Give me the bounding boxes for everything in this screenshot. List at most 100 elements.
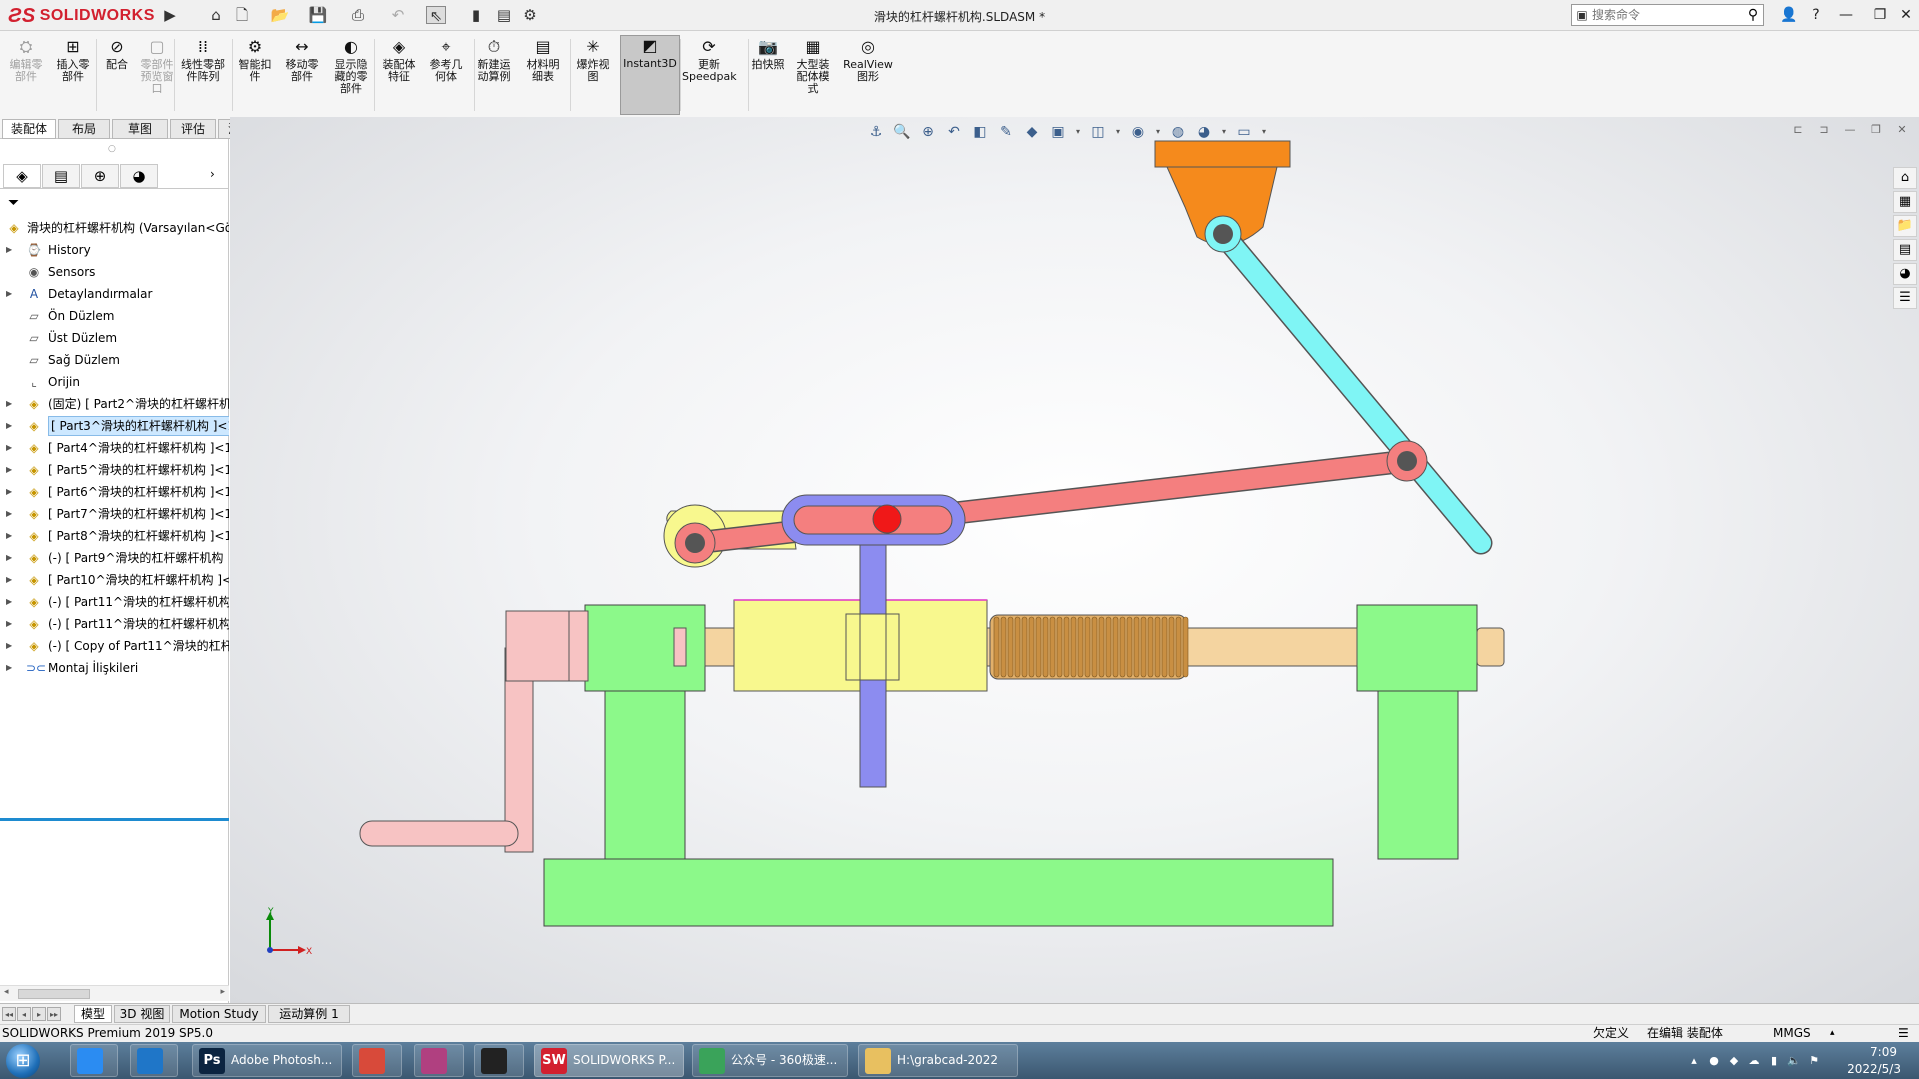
taskbar-app[interactable]: H:\grabcad-2022 xyxy=(858,1044,1018,1077)
tab-last-icon[interactable]: ▸▸ xyxy=(47,1007,61,1021)
tree-item[interactable]: ▶ ⌚ History xyxy=(0,239,229,261)
search-commands[interactable]: ▣ ⚲ xyxy=(1571,4,1764,26)
tree-item[interactable]: ▶ ◈ [ Part10^滑块的杠杆螺杆机构 ]< xyxy=(0,569,229,591)
select-icon[interactable]: ⇖ xyxy=(426,6,446,25)
expand-arrow-icon[interactable]: ▶ xyxy=(6,525,12,547)
magnifier-icon[interactable]: ⚲ xyxy=(1743,7,1763,23)
scroll-thumb[interactable] xyxy=(18,989,90,999)
tree-item[interactable]: ▶ ◈ (-) [ Part11^滑块的杠杆螺杆机构 xyxy=(0,613,229,635)
undo-icon[interactable]: ↶ xyxy=(388,6,408,24)
expand-arrow-icon[interactable]: ▶ xyxy=(6,437,12,459)
taskbar-app[interactable] xyxy=(130,1044,178,1077)
expand-arrow-icon[interactable]: ▶ xyxy=(6,459,12,481)
expand-arrow-icon[interactable]: ▶ xyxy=(6,415,12,437)
assembly-features-button[interactable]: ◈ 装配体 特征 xyxy=(378,37,420,115)
speedpak-button[interactable]: ⟳ 更新 Speedpak xyxy=(682,37,737,115)
restore-icon[interactable]: ❐ xyxy=(1868,3,1892,27)
tab-first-icon[interactable]: ◂◂ xyxy=(2,1007,16,1021)
search-input[interactable] xyxy=(1592,8,1743,22)
taskbar-app[interactable] xyxy=(70,1044,118,1077)
tray-network-icon[interactable]: ▮ xyxy=(1767,1054,1781,1068)
configuration-manager-tab-icon[interactable]: ⊕ xyxy=(81,164,119,188)
expand-arrow-icon[interactable]: ▶ xyxy=(6,283,12,305)
expand-arrow-icon[interactable]: ▶ xyxy=(6,635,12,657)
tab-prev-icon[interactable]: ◂ xyxy=(17,1007,31,1021)
model-tab[interactable]: 运动算例 1 xyxy=(268,1005,350,1023)
close-icon[interactable]: ✕ xyxy=(1894,3,1918,27)
tree-item[interactable]: ▶ ◈ (固定) [ Part2^滑块的杠杆螺杆机 xyxy=(0,393,229,415)
tree-root[interactable]: ◈ 滑块的杠杆螺杆机构 (Varsayılan<Gö xyxy=(0,217,229,239)
help-icon[interactable]: ? xyxy=(1804,3,1828,27)
tree-item[interactable]: ▱ Sağ Düzlem xyxy=(0,349,229,371)
clock-date[interactable]: 2022/5/3 xyxy=(1847,1062,1901,1076)
tree-item[interactable]: ▶ ◈ [ Part8^滑块的杠杆螺杆机构 ]<1 xyxy=(0,525,229,547)
taskbar-app[interactable]: 公众号 - 360极速... xyxy=(692,1044,848,1077)
tray-expand-icon[interactable]: ▴ xyxy=(1687,1054,1701,1068)
volume-icon[interactable]: 🔈 xyxy=(1787,1054,1801,1068)
expand-arrow-icon[interactable]: ▶ xyxy=(6,547,12,569)
expand-arrow-icon[interactable]: ▶ xyxy=(6,569,12,591)
taskbar-app[interactable] xyxy=(414,1044,464,1077)
command-tab[interactable]: 评估 xyxy=(170,119,216,139)
save-icon[interactable]: 💾 xyxy=(308,6,328,24)
tree-item[interactable]: ▶ ◈ [ Part5^滑块的杠杆螺杆机构 ]<1 xyxy=(0,459,229,481)
large-assembly-button[interactable]: ▦ 大型装 配体模 式 xyxy=(790,37,836,115)
tree-item[interactable]: ▶ ◈ (-) [ Part9^滑块的杠杆螺杆机构 xyxy=(0,547,229,569)
display-manager-tab-icon[interactable]: ◕ xyxy=(120,164,158,188)
panel-grip-icon[interactable]: ○ xyxy=(108,144,116,154)
expand-arrow-icon[interactable]: ▶ xyxy=(6,481,12,503)
expand-arrow-icon[interactable]: ▶ xyxy=(6,503,12,525)
scroll-right-icon[interactable]: ▸ xyxy=(220,987,225,997)
start-button[interactable]: ⊞ xyxy=(6,1044,40,1078)
expand-arrow-icon[interactable]: ▶ xyxy=(6,591,12,613)
tree-item[interactable]: ▱ Üst Düzlem xyxy=(0,327,229,349)
tray-security-icon[interactable]: ◆ xyxy=(1727,1054,1741,1068)
tree-item[interactable]: ⌞ Orijin xyxy=(0,371,229,393)
taskbar-app[interactable] xyxy=(474,1044,524,1077)
rebuild-icon[interactable]: ▮ xyxy=(466,6,486,24)
open-icon[interactable]: 📂 xyxy=(270,6,290,24)
tree-item[interactable]: ▶ ◈ (-) [ Part11^滑块的杠杆螺杆机构 xyxy=(0,591,229,613)
tree-item[interactable]: ▶ ◈ (-) [ Copy of Part11^滑块的杠杆 xyxy=(0,635,229,657)
notification-icon[interactable]: ☰ xyxy=(1898,1025,1909,1042)
tree-item[interactable]: ▱ Ön Düzlem xyxy=(0,305,229,327)
instant3d-button[interactable]: ◩ Instant3D xyxy=(620,35,680,115)
chevron-right-icon[interactable]: › xyxy=(210,167,215,181)
snapshot-button[interactable]: 📷 拍快照 xyxy=(748,37,788,115)
tray-app-icon[interactable]: ● xyxy=(1707,1054,1721,1068)
filter-icon[interactable]: ⏷ xyxy=(8,195,19,211)
model-tab[interactable]: 模型 xyxy=(74,1005,112,1023)
clock-time[interactable]: 7:09 xyxy=(1870,1045,1897,1059)
file-properties-icon[interactable]: ▤ xyxy=(494,6,514,24)
units-chevron-up-icon[interactable]: ▴ xyxy=(1830,1025,1835,1042)
linear-pattern-button[interactable]: ⁞⁞ 线性零部 件阵列 xyxy=(176,37,230,115)
print-icon[interactable]: ⎙ xyxy=(348,6,368,24)
property-manager-tab-icon[interactable]: ▤ xyxy=(42,164,80,188)
scroll-left-icon[interactable]: ◂ xyxy=(4,987,9,997)
tab-next-icon[interactable]: ▸ xyxy=(32,1007,46,1021)
tree-item[interactable]: ▶ ◈ [ Part4^滑块的杠杆螺杆机构 ]<1 xyxy=(0,437,229,459)
minimize-icon[interactable]: — xyxy=(1834,3,1858,27)
feature-tree-tab-icon[interactable]: ◈ xyxy=(3,164,41,188)
taskbar-app[interactable] xyxy=(352,1044,402,1077)
tree-item[interactable]: ◉ Sensors xyxy=(0,261,229,283)
new-document-icon[interactable]: 🗋 xyxy=(232,6,252,24)
model-tab[interactable]: 3D 视图 xyxy=(114,1005,170,1023)
tree-item[interactable]: ▶ ◈ [ Part6^滑块的杠杆螺杆机构 ]<1 xyxy=(0,481,229,503)
menu-expand-icon[interactable]: ▶ xyxy=(160,6,180,24)
unit-system[interactable]: MMGS xyxy=(1773,1025,1811,1042)
command-tab[interactable]: 布局 xyxy=(58,119,110,139)
preview-window-button[interactable]: ▢ 零部件 预览窗 口 xyxy=(138,37,176,115)
tree-item[interactable]: ▶ ⊃⊂ Montaj İlişkileri xyxy=(0,657,229,679)
tree-item[interactable]: ▶ A Detaylandırmalar xyxy=(0,283,229,305)
command-tab[interactable]: 装配体 xyxy=(2,119,56,139)
rollback-bar[interactable] xyxy=(0,818,229,821)
graphics-viewport[interactable]: ⚓ 🔍 ⊕ ↶ ◧ ✎ ◆ ▣ ▾ ◫ ▾ ◉ ▾ ◍ ◕ ▾ ▭ ▾ ⊏ ⊐ … xyxy=(230,117,1919,1003)
reference-geometry-button[interactable]: ⌖ 参考几 何体 xyxy=(424,37,468,115)
mate-button[interactable]: ⊘ 配合 xyxy=(98,37,136,115)
move-component-button[interactable]: ↔ 移动零 部件 xyxy=(280,37,324,115)
horizontal-scrollbar[interactable]: ◂ ▸ xyxy=(0,985,229,1001)
smart-fasteners-button[interactable]: ⚙ 智能扣 件 xyxy=(234,37,276,115)
solidworks-logo[interactable]: ƧS SOLIDWORKS xyxy=(8,4,155,28)
tray-cloud-icon[interactable]: ☁ xyxy=(1747,1054,1761,1068)
